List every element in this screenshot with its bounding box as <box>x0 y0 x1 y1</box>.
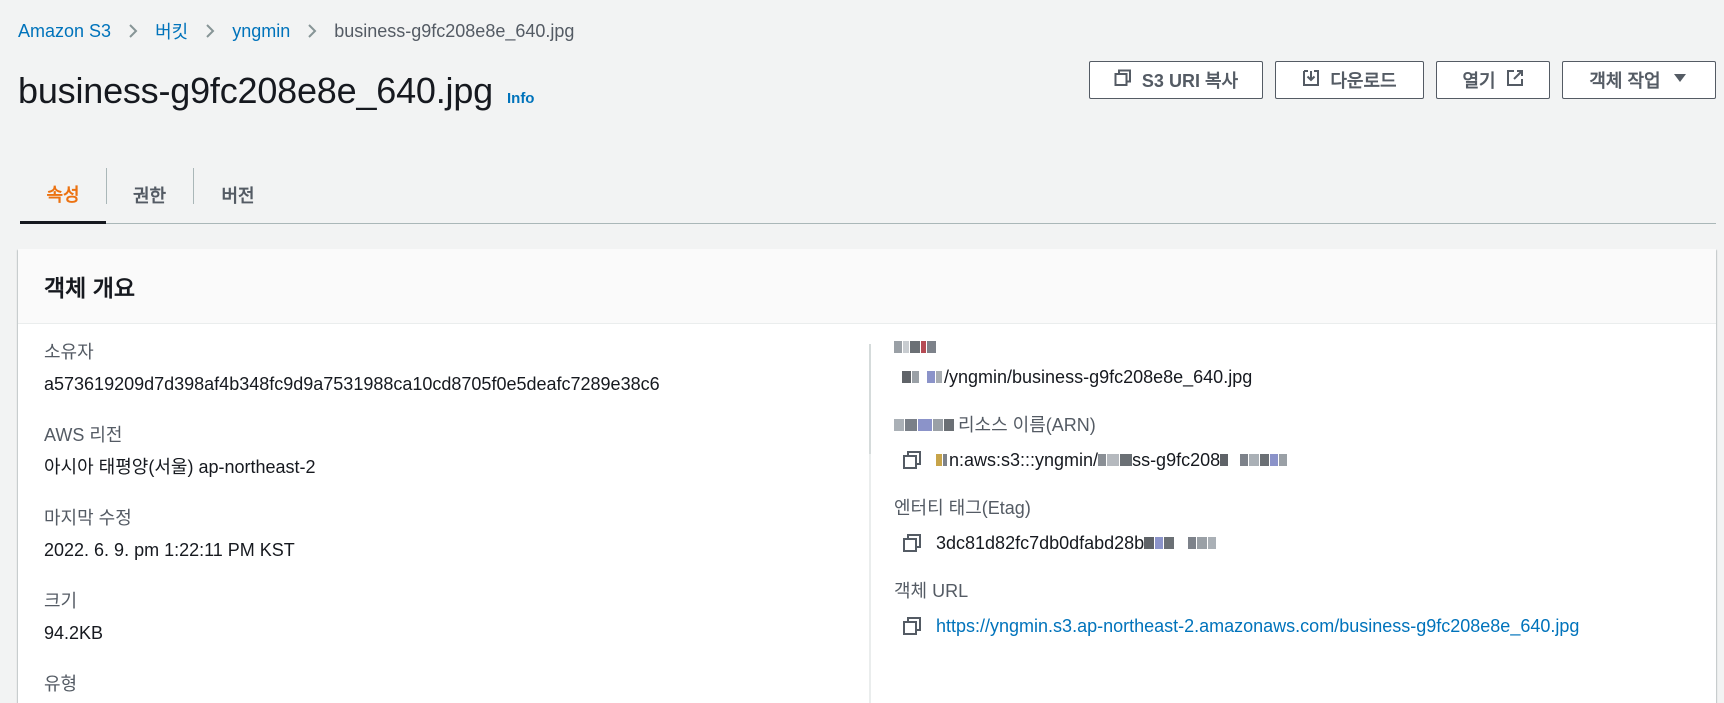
copy-icon[interactable] <box>902 616 922 636</box>
breadcrumb-current-object: business-g9fc208e8e_640.jpg <box>334 20 575 41</box>
column-divider <box>869 344 871 703</box>
s3-uri-value: /yngmin/business-g9fc208e8e_640.jpg <box>894 364 1694 390</box>
arn-text-b: ss-g9fc208 <box>1132 450 1221 470</box>
etag-label: 엔터티 태그(Etag) <box>894 498 1031 518</box>
chevron-right-icon <box>306 23 318 39</box>
object-actions-label: 객체 작업 <box>1589 71 1661 91</box>
region-label: AWS 리전 <box>44 425 123 445</box>
etag-value: 3dc81d82fc7db0dfabd28b <box>894 530 1694 556</box>
page-header: business-g9fc208e8e_640.jpg Info <box>18 70 534 112</box>
breadcrumb: Amazon S3 버킷 yngmin business-g9fc208e8e_… <box>18 19 574 43</box>
redacted-text <box>894 417 954 433</box>
type-field: 유형 <box>44 671 864 697</box>
etag-field: 엔터티 태그(Etag) 3dc81d82fc7db0dfabd28b <box>894 495 1694 556</box>
object-url-field: 객체 URL https://yngmin.s3.ap-northeast-2.… <box>894 578 1694 639</box>
size-label: 크기 <box>44 591 78 611</box>
size-field: 크기 94.2KB <box>44 588 864 646</box>
object-actions-dropdown[interactable]: 객체 작업 <box>1562 61 1716 99</box>
size-value: 94.2KB <box>44 623 104 643</box>
panel-header: 객체 개요 <box>18 249 1716 324</box>
region-value: 아시아 태평양(서울) ap-northeast-2 <box>44 457 316 477</box>
etag-text: 3dc81d82fc7db0dfabd28b <box>936 533 1145 553</box>
copy-s3-uri-label: S3 URI 복사 <box>1141 71 1239 91</box>
copy-icon[interactable] <box>902 533 922 553</box>
copy-icon <box>1114 69 1132 92</box>
object-url-link[interactable]: https://yngmin.s3.ap-northeast-2.amazona… <box>936 613 1579 639</box>
download-icon <box>1302 69 1320 92</box>
object-overview-panel: 객체 개요 소유자 a573619209d7d398af4b348fc9d9a7… <box>18 249 1716 703</box>
caret-down-icon <box>1671 69 1689 92</box>
download-button[interactable]: 다운로드 <box>1275 61 1424 99</box>
last-modified-label: 마지막 수정 <box>44 508 132 528</box>
arn-value: n:aws:s3:::yngmin/ ss-g9fc208 <box>894 447 1694 473</box>
arn-field: 리소스 이름(ARN) n:aws:s3:::yngmin/ ss-g9fc20… <box>894 412 1694 473</box>
owner-value: a573619209d7d398af4b348fc9d9a7531988ca10… <box>44 374 660 394</box>
arn-label-text: 리소스 이름(ARN) <box>958 415 1096 435</box>
external-link-icon <box>1506 69 1524 92</box>
type-label: 유형 <box>44 674 78 694</box>
owner-field: 소유자 a573619209d7d398af4b348fc9d9a7531988… <box>44 339 864 397</box>
breadcrumb-buckets[interactable]: 버킷 <box>155 18 188 44</box>
copy-s3-uri-button[interactable]: S3 URI 복사 <box>1089 61 1263 99</box>
panel-title: 객체 개요 <box>44 275 136 301</box>
info-link[interactable]: Info <box>507 90 535 107</box>
header-actions: S3 URI 복사 다운로드 열기 객체 작업 <box>1089 61 1716 99</box>
tab-versions[interactable]: 버전 <box>193 166 283 224</box>
overview-left-column: 소유자 a573619209d7d398af4b348fc9d9a7531988… <box>44 339 864 703</box>
last-modified-field: 마지막 수정 2022. 6. 9. pm 1:22:11 PM KST <box>44 505 864 563</box>
object-url-value: https://yngmin.s3.ap-northeast-2.amazona… <box>894 613 1694 639</box>
arn-text-a: n:aws:s3:::yngmin/ <box>949 450 1099 470</box>
chevron-right-icon <box>127 23 139 39</box>
redacted-text <box>936 452 947 468</box>
s3-uri-field: /yngmin/business-g9fc208e8e_640.jpg <box>894 339 1694 390</box>
redacted-text <box>902 369 942 385</box>
chevron-right-icon <box>204 23 216 39</box>
redacted-text <box>894 339 936 355</box>
tab-permissions[interactable]: 권한 <box>106 166 193 224</box>
download-label: 다운로드 <box>1330 71 1397 91</box>
copy-icon[interactable] <box>902 450 922 470</box>
tab-bar: 속성 권한 버전 <box>20 166 1716 224</box>
arn-label: 리소스 이름(ARN) <box>894 412 1694 438</box>
breadcrumb-bucket-yngmin[interactable]: yngmin <box>232 21 290 42</box>
redacted-text <box>1220 452 1288 468</box>
open-label: 열기 <box>1462 71 1496 91</box>
overview-right-column: /yngmin/business-g9fc208e8e_640.jpg 리소스 … <box>894 339 1694 661</box>
breadcrumb-amazon-s3[interactable]: Amazon S3 <box>18 21 111 42</box>
redacted-text <box>1098 452 1133 468</box>
last-modified-value: 2022. 6. 9. pm 1:22:11 PM KST <box>44 540 295 560</box>
region-field: AWS 리전 아시아 태평양(서울) ap-northeast-2 <box>44 422 864 480</box>
owner-label: 소유자 <box>44 342 94 362</box>
open-button[interactable]: 열기 <box>1436 61 1550 99</box>
object-url-label: 객체 URL <box>894 581 969 601</box>
s3-uri-label <box>894 339 1694 355</box>
s3-uri-text: /yngmin/business-g9fc208e8e_640.jpg <box>944 367 1253 387</box>
redacted-text <box>1144 535 1217 551</box>
page-title: business-g9fc208e8e_640.jpg <box>18 70 493 111</box>
tab-properties[interactable]: 속성 <box>20 166 106 224</box>
